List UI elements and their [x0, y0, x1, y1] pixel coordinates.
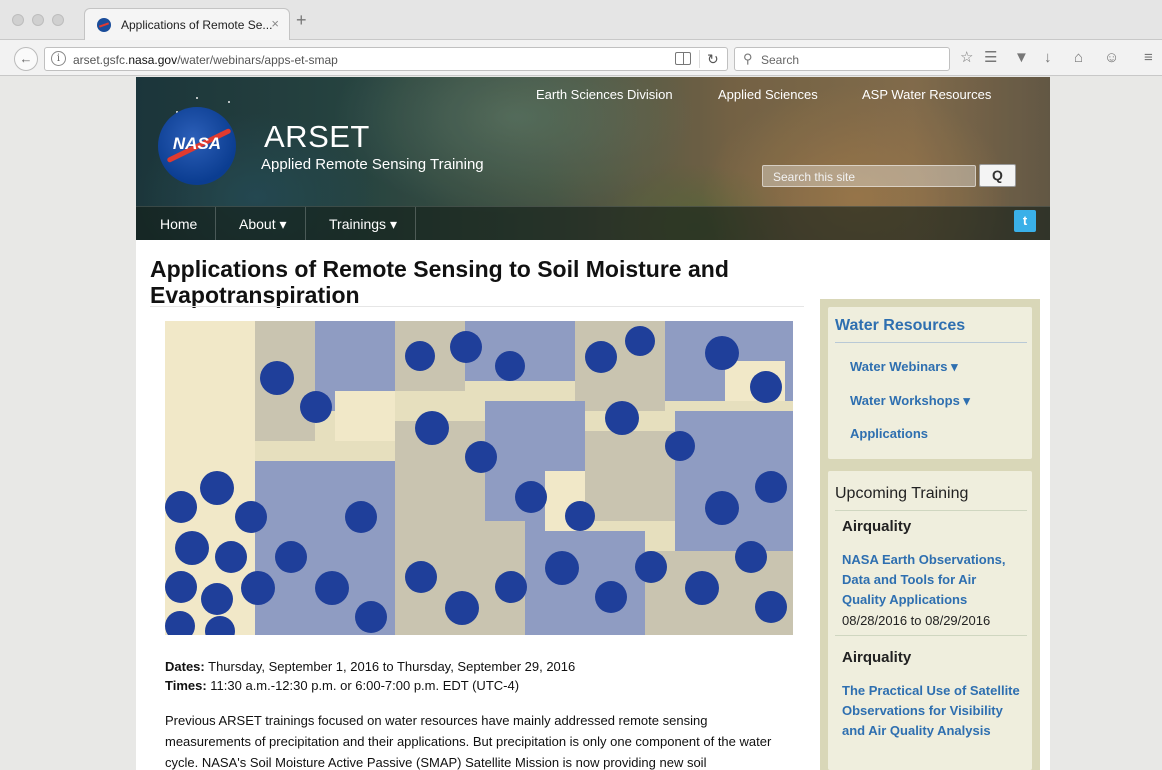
nav-about[interactable]: About ▾	[221, 207, 306, 240]
sidebar: Water Resources Water Webinars ▾ Water W…	[820, 299, 1040, 770]
url-bar[interactable]: i arset.gsfc.nasa.gov/water/webinars/app…	[44, 47, 728, 71]
water-resources-rule	[835, 342, 1027, 343]
water-resources-heading[interactable]: Water Resources	[835, 317, 965, 335]
training-category: Airquality	[842, 518, 912, 535]
page-title: Applications of Remote Sensing to Soil M…	[150, 256, 729, 308]
search-icon: ⚲	[743, 51, 753, 66]
home-icon[interactable]: ⌂	[1074, 50, 1083, 66]
training-link[interactable]: The Practical Use of Satellite Observati…	[842, 681, 1022, 741]
reader-view-icon[interactable]	[675, 52, 691, 65]
browser-toolbar: ← i arset.gsfc.nasa.gov/water/webinars/a…	[0, 40, 1162, 76]
nasa-favicon-icon	[97, 18, 111, 32]
url-text[interactable]: arset.gsfc.nasa.gov/water/webinars/apps-…	[73, 53, 338, 67]
browser-search-input[interactable]: ⚲ Search	[734, 47, 950, 71]
nav-trainings[interactable]: Trainings ▾	[311, 207, 416, 240]
training-category: Airquality	[842, 649, 912, 666]
new-tab-button[interactable]: +	[296, 11, 307, 29]
menu-hamburger-icon[interactable]: ≡	[1144, 50, 1153, 66]
main-nav: Home About ▾ Trainings ▾	[136, 206, 1050, 240]
site-search-placeholder: Search this site	[773, 170, 856, 184]
bookmarks-list-icon[interactable]: ☰	[984, 50, 997, 66]
link-asp-water-resources[interactable]: ASP Water Resources	[862, 87, 991, 102]
upcoming-rule	[835, 510, 1027, 511]
training-link[interactable]: NASA Earth Observations, Data and Tools …	[842, 550, 1022, 610]
site-header: NASA ARSET Applied Remote Sensing Traini…	[136, 77, 1050, 240]
dates-value: Thursday, September 1, 2016 to Thursday,…	[204, 659, 576, 674]
browser-search-placeholder: Search	[761, 53, 800, 67]
webpage: NASA ARSET Applied Remote Sensing Traini…	[136, 77, 1050, 770]
back-button[interactable]: ←	[14, 47, 38, 71]
link-earth-sciences-division[interactable]: Earth Sciences Division	[536, 87, 673, 102]
url-divider	[699, 50, 700, 68]
nav-home[interactable]: Home	[142, 207, 217, 240]
site-subtitle: Applied Remote Sensing Training	[261, 156, 484, 173]
times-value: 11:30 a.m.-12:30 p.m. or 6:00-7:00 p.m. …	[206, 678, 520, 693]
site-info-icon[interactable]: i	[51, 51, 66, 66]
tab-close-icon[interactable]: ×	[271, 16, 279, 31]
window-minimize-button[interactable]	[32, 14, 44, 26]
title-divider	[150, 306, 804, 307]
applications-link[interactable]: Applications	[850, 426, 928, 441]
reload-icon[interactable]: ↻	[707, 51, 719, 68]
bookmark-star-icon[interactable]: ☆	[960, 50, 973, 66]
browser-tab-bar: Applications of Remote Se... × +	[0, 0, 1162, 40]
site-title[interactable]: ARSET	[264, 119, 370, 155]
site-search-button[interactable]: Q	[979, 164, 1016, 187]
site-search-input[interactable]: Search this site	[762, 165, 976, 187]
dates-label: Dates:	[165, 659, 205, 674]
tab-title: Applications of Remote Se...	[121, 18, 273, 32]
upcoming-training-heading: Upcoming Training	[835, 485, 969, 502]
upcoming-training-panel: Upcoming Training Airquality NASA Earth …	[828, 471, 1032, 770]
pocket-icon[interactable]: ▼	[1014, 50, 1029, 66]
window-zoom-button[interactable]	[52, 14, 64, 26]
download-icon[interactable]: ↓	[1044, 50, 1052, 66]
hello-chat-icon[interactable]: ☺	[1104, 50, 1119, 66]
water-workshops-link[interactable]: Water Workshops ▾	[850, 393, 970, 409]
times-label: Times:	[165, 678, 207, 693]
hero-satellite-image	[165, 321, 793, 635]
nasa-logo[interactable]: NASA	[158, 107, 236, 185]
training-dates: 08/28/2016 to 08/29/2016	[842, 613, 991, 628]
training-divider	[835, 635, 1027, 636]
window-close-button[interactable]	[12, 14, 24, 26]
twitter-icon[interactable]: t	[1014, 210, 1036, 232]
event-dates: Dates: Thursday, September 1, 2016 to Th…	[165, 657, 575, 695]
article-body: Previous ARSET trainings focused on wate…	[165, 713, 772, 770]
water-webinars-link[interactable]: Water Webinars ▾	[850, 359, 958, 375]
browser-tab[interactable]: Applications of Remote Se... ×	[84, 8, 290, 40]
link-applied-sciences[interactable]: Applied Sciences	[718, 87, 818, 102]
water-resources-panel: Water Resources Water Webinars ▾ Water W…	[828, 307, 1032, 459]
